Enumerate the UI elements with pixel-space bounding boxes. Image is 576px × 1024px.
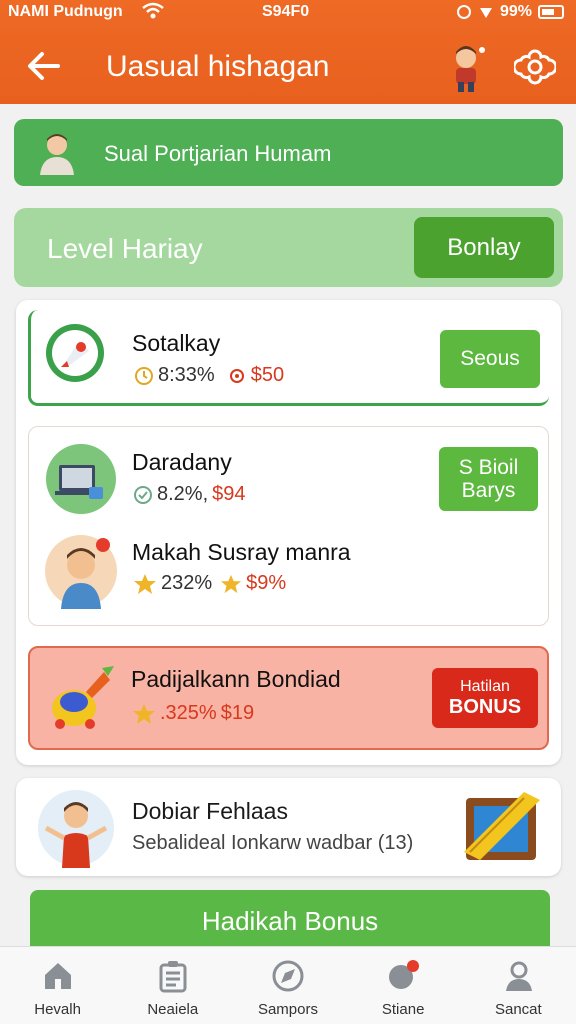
row-meta: 8:33% $50 <box>134 364 284 387</box>
bonus-button-label: BONUS <box>448 695 522 718</box>
star-icon <box>221 574 242 593</box>
avatar[interactable] <box>446 44 488 92</box>
trophy-icon <box>52 666 114 729</box>
compass-icon <box>272 960 304 992</box>
star-icon <box>133 703 155 724</box>
user-avatar <box>40 134 74 175</box>
nav-label: Neaiela <box>147 1001 199 1018</box>
user-name: Sual Portjarian Humam <box>104 141 332 166</box>
list-item[interactable]: Sotalkay 8:33% $50 Seous <box>28 310 549 406</box>
row-title: Sotalkay <box>132 330 221 356</box>
nav-label: Sancat <box>494 1001 542 1018</box>
list-group: Daradany 8.2%, $94 S Bioil Barys Makah S… <box>28 426 549 626</box>
nav-label: Sampors <box>257 1001 318 1018</box>
star-icon <box>134 573 156 594</box>
row-title: Makah Susray manra <box>132 539 351 565</box>
alarm-icon <box>456 5 471 19</box>
wifi-icon <box>142 2 164 19</box>
profile-icon <box>505 961 532 991</box>
row-meta: 232% $9% <box>133 572 286 595</box>
promo-card[interactable]: Dobiar Fehlaas Sebalideal Ionkarw wadbar… <box>16 778 561 876</box>
shield-icon <box>134 485 152 504</box>
clock-icon <box>135 366 153 385</box>
rocket-icon <box>46 324 104 382</box>
notification-icon <box>388 960 419 989</box>
top-bar: NAMI Pudnugn S94F0 99% Uasual hishagan <box>0 0 576 104</box>
page-title: Uasual hishagan <box>106 50 330 83</box>
laptop-icon <box>46 444 116 514</box>
home-icon <box>45 963 71 989</box>
row-amount: $9% <box>246 572 287 594</box>
bottom-nav: Hevalh Neaiela Sampors Stiane Sancat <box>0 946 576 1024</box>
row-percent: 232% <box>161 572 213 594</box>
promo-subtitle: Sebalideal Ionkarw wadbar (13) <box>132 832 414 854</box>
signal-icon <box>479 8 492 18</box>
status-bar: NAMI Pudnugn S94F0 99% <box>0 0 576 26</box>
bonus-button-top: Hatilan <box>460 678 510 695</box>
nav-item-notifications[interactable]: Stiane <box>346 947 461 1024</box>
nav-item-profile[interactable]: Sancat <box>461 947 576 1024</box>
level-bar: Level Hariay Bonlay <box>14 208 563 287</box>
treasure-box-icon <box>464 792 540 860</box>
person-icon <box>45 535 117 609</box>
back-arrow-icon[interactable] <box>24 48 64 84</box>
promo-title: Dobiar Fehlaas <box>132 798 288 824</box>
row-percent: 8:33% <box>158 364 215 386</box>
settings-icon[interactable] <box>514 46 556 88</box>
row-title: Padijalkann Bondiad <box>131 666 341 692</box>
row-amount: $19 <box>220 702 255 724</box>
bonus-button[interactable]: Hatilan BONUS <box>432 668 538 728</box>
person-icon <box>38 790 114 868</box>
carrier-label: NAMI Pudnugn <box>8 3 123 20</box>
list-icon <box>159 961 187 993</box>
nav-item-compass[interactable]: Sampors <box>230 947 345 1024</box>
row-title: Daradany <box>132 449 232 475</box>
row-amount: $94 <box>212 483 246 505</box>
battery-label: 99% <box>499 3 532 20</box>
claim-bonus-button[interactable]: Hadikah Bonus <box>30 890 550 954</box>
nav-label: Stiane <box>381 1001 425 1018</box>
list-item-highlighted[interactable]: Padijalkann Bondiad .325% $19 Hatilan BO… <box>28 646 549 750</box>
nav-item-home[interactable]: Hevalh <box>0 947 115 1024</box>
bonus-list: Sotalkay 8:33% $50 Seous Daradany 8.2%, … <box>16 300 561 765</box>
row-percent: .325% <box>160 702 217 724</box>
row-meta: 8.2%, $94 <box>133 483 246 506</box>
battery-icon <box>538 5 564 19</box>
row-action-button[interactable]: Seous <box>440 330 540 388</box>
level-button[interactable]: Bonlay <box>414 217 554 278</box>
clock: S94F0 <box>262 3 310 20</box>
row-meta: .325% $19 <box>132 702 254 725</box>
user-banner[interactable]: Sual Portjarian Humam <box>14 119 563 186</box>
nav-label: Hevalh <box>34 1001 81 1018</box>
nav-item-list[interactable]: Neaiela <box>115 947 230 1024</box>
row-action-button[interactable]: S Bioil Barys <box>439 447 538 511</box>
row-percent: 8.2%, <box>157 483 209 505</box>
row-amount: $50 <box>250 364 285 386</box>
target-icon <box>229 368 244 383</box>
level-label: Level Hariay <box>47 233 203 264</box>
